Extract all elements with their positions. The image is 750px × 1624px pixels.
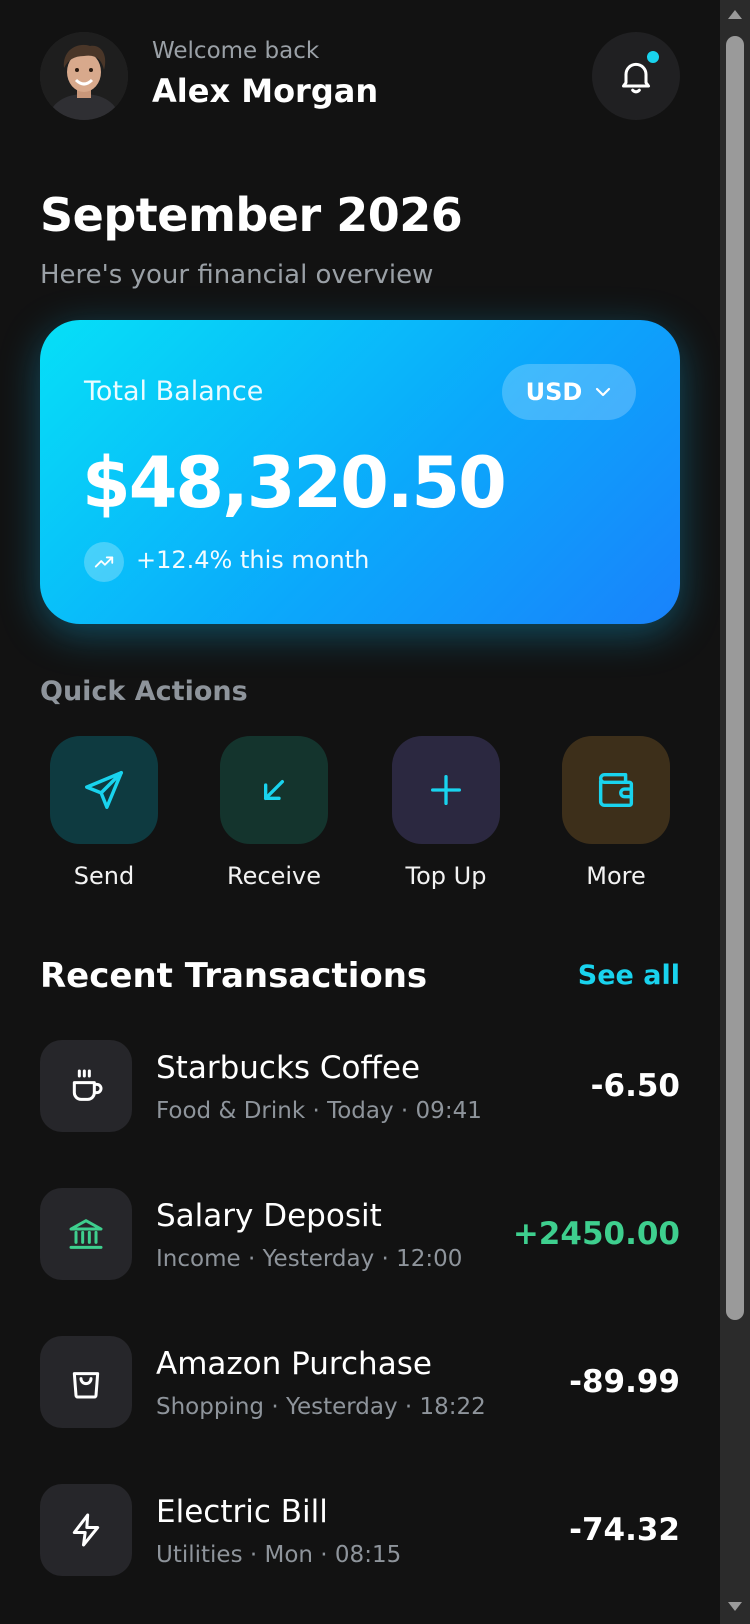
coffee-icon — [72, 1069, 103, 1101]
transaction-row[interactable]: Starbucks Coffee Food & Drink · Today · … — [40, 1040, 680, 1132]
transaction-row[interactable]: Amazon Purchase Shopping · Yesterday · 1… — [40, 1336, 680, 1428]
quick-action-more[interactable]: More — [562, 736, 670, 890]
page-subtitle: Here's your financial overview — [40, 260, 434, 290]
top-up-button[interactable] — [392, 736, 500, 844]
transaction-meta: Utilities · Mon · 08:15 — [156, 1542, 402, 1568]
app-screen: Welcome back Alex Morgan September 2026 … — [0, 0, 720, 1624]
transaction-meta: Income · Yesterday · 12:00 — [156, 1246, 463, 1272]
lightning-icon — [72, 1513, 100, 1547]
welcome-text: Welcome back — [152, 38, 320, 64]
wallet-icon — [598, 772, 634, 808]
transaction-name: Starbucks Coffee — [156, 1050, 421, 1086]
transaction-icon-box — [40, 1484, 132, 1576]
transaction-amount: -74.32 — [569, 1512, 680, 1548]
transaction-icon-box — [40, 1336, 132, 1428]
balance-card: Total Balance USD $48,320.50 +12.4% this… — [40, 320, 680, 624]
chevron-down-icon — [596, 387, 611, 397]
quick-action-send[interactable]: Send — [50, 736, 158, 890]
transaction-amount: -89.99 — [569, 1364, 680, 1400]
page-title: September 2026 — [40, 188, 463, 242]
user-avatar-image — [40, 32, 128, 120]
balance-trend: +12.4% this month — [136, 546, 370, 574]
receive-label: Receive — [227, 862, 321, 890]
shopping-bag-icon — [72, 1372, 100, 1399]
transaction-amount: +2450.00 — [512, 1216, 680, 1252]
scroll-up-arrow-icon[interactable] — [728, 10, 742, 19]
quick-action-receive[interactable]: Receive — [220, 736, 328, 890]
notification-badge — [644, 48, 662, 66]
user-name: Alex Morgan — [152, 72, 379, 110]
quick-action-top-up[interactable]: Top Up — [392, 736, 500, 890]
more-button[interactable] — [562, 736, 670, 844]
transaction-icon-box — [40, 1040, 132, 1132]
avatar[interactable] — [40, 32, 128, 120]
see-all-link[interactable]: See all — [578, 960, 680, 991]
more-label: More — [586, 862, 646, 890]
trending-up-icon — [84, 542, 124, 582]
transaction-name: Amazon Purchase — [156, 1346, 432, 1382]
bank-icon — [69, 1219, 103, 1249]
transaction-meta: Shopping · Yesterday · 18:22 — [156, 1394, 486, 1420]
transaction-icon-box — [40, 1188, 132, 1280]
transaction-amount: -6.50 — [590, 1068, 680, 1104]
vertical-scrollbar[interactable] — [720, 0, 750, 1624]
transactions-title: Recent Transactions — [40, 956, 428, 996]
balance-label: Total Balance — [84, 376, 264, 407]
transaction-name: Salary Deposit — [156, 1198, 382, 1234]
send-button[interactable] — [50, 736, 158, 844]
quick-actions-title: Quick Actions — [40, 676, 248, 707]
balance-amount: $48,320.50 — [82, 442, 507, 524]
transaction-name: Electric Bill — [156, 1494, 328, 1530]
currency-label: USD — [525, 378, 583, 406]
scrollbar-thumb[interactable] — [726, 36, 744, 1320]
send-icon — [85, 771, 123, 809]
transaction-row[interactable]: Electric Bill Utilities · Mon · 08:15 -7… — [40, 1484, 680, 1576]
transaction-row[interactable]: Salary Deposit Income · Yesterday · 12:0… — [40, 1188, 680, 1280]
notifications-button[interactable] — [592, 32, 680, 120]
currency-selector[interactable]: USD — [502, 364, 636, 420]
transaction-meta: Food & Drink · Today · 09:41 — [156, 1098, 482, 1124]
arrow-down-left-icon — [264, 780, 284, 800]
top-up-label: Top Up — [405, 862, 487, 890]
scroll-down-arrow-icon[interactable] — [728, 1602, 742, 1611]
receive-button[interactable] — [220, 736, 328, 844]
plus-icon — [431, 775, 461, 805]
send-label: Send — [73, 862, 135, 890]
